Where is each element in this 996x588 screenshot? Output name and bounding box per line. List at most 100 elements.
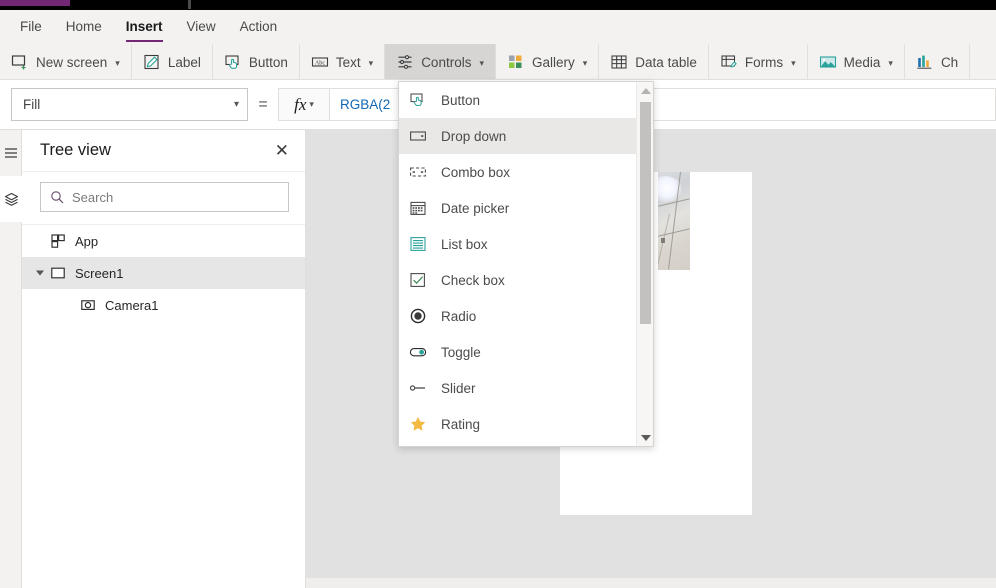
flyout-item-check-box[interactable]: Check box <box>399 262 637 298</box>
controls-flyout-list: Button Drop down Combo box Date picker L… <box>399 82 637 446</box>
svg-text:Abc: Abc <box>315 59 326 66</box>
tree-view-header: Tree view ✕ <box>22 130 305 172</box>
ribbon-controls[interactable]: Controls ▾ <box>385 44 496 79</box>
flyout-item-date-picker[interactable]: Date picker <box>399 190 637 226</box>
tree-node-app[interactable]: App <box>22 225 305 257</box>
menu-item-insert[interactable]: Insert <box>114 10 175 44</box>
ribbon-gallery-label: Gallery <box>532 54 575 70</box>
flyout-item-toggle[interactable]: Toggle <box>399 334 637 370</box>
tree-node-camera1[interactable]: Camera1 <box>22 289 305 321</box>
flyout-item-rating-label: Rating <box>441 416 481 432</box>
chevron-down-icon: ▾ <box>233 99 239 110</box>
text-cursor-artifact <box>188 0 191 9</box>
ribbon-data-table-label: Data table <box>635 54 697 70</box>
camera1-preview[interactable] <box>658 172 690 270</box>
insert-ribbon: New screen ▾ Label Button Abc Text ▾ Con… <box>0 44 996 80</box>
flyout-item-check-box-label: Check box <box>441 272 505 288</box>
slider-icon <box>409 385 425 391</box>
flyout-item-slider[interactable]: Slider <box>399 370 637 406</box>
rating-star-icon <box>410 416 426 431</box>
listbox-icon <box>410 237 426 251</box>
ribbon-text[interactable]: Abc Text ▾ <box>300 44 386 79</box>
charts-icon <box>917 55 932 69</box>
chevron-down-icon: ▾ <box>115 57 120 68</box>
left-rail <box>0 130 22 588</box>
ribbon-gallery[interactable]: Gallery ▾ <box>496 44 600 79</box>
gallery-icon <box>509 55 522 68</box>
scroll-down-button[interactable] <box>637 429 654 446</box>
flyout-item-toggle-label: Toggle <box>441 344 481 360</box>
tree-view-layers-icon <box>4 192 18 206</box>
controls-flyout-menu: Button Drop down Combo box Date picker L… <box>398 81 654 447</box>
ribbon-forms-label: Forms <box>744 54 784 70</box>
ribbon-controls-label: Controls <box>421 54 472 70</box>
flyout-item-button-label: Button <box>441 92 481 108</box>
screen-icon <box>51 267 65 279</box>
flyout-item-button[interactable]: Button <box>399 82 637 118</box>
tree-view-title: Tree view <box>40 141 111 159</box>
chevron-down-icon: ▾ <box>479 57 484 68</box>
menu-item-view[interactable]: View <box>175 10 228 44</box>
close-icon[interactable]: ✕ <box>275 142 289 159</box>
media-icon <box>819 56 836 68</box>
combobox-icon <box>410 167 426 177</box>
new-screen-icon <box>11 55 26 70</box>
button-icon <box>410 93 423 107</box>
text-icon: Abc <box>311 57 328 67</box>
data-table-icon <box>611 55 627 69</box>
flyout-item-combo-box[interactable]: Combo box <box>399 154 637 190</box>
ribbon-new-screen[interactable]: New screen ▾ <box>0 44 132 79</box>
scrollbar-thumb[interactable] <box>640 102 651 324</box>
flyout-item-list-box[interactable]: List box <box>399 226 637 262</box>
chevron-expanded-icon[interactable] <box>36 270 44 276</box>
property-selector-dropdown[interactable]: Fill ▾ <box>11 88 248 121</box>
scroll-up-button[interactable] <box>637 82 654 99</box>
ribbon-media[interactable]: Media ▾ <box>808 44 905 79</box>
ribbon-forms[interactable]: Forms ▾ <box>709 44 808 79</box>
flyout-item-slider-label: Slider <box>441 380 476 396</box>
triangle-down-icon <box>640 434 651 441</box>
menu-item-file[interactable]: File <box>8 10 54 44</box>
flyout-scrollbar[interactable] <box>636 82 653 446</box>
tree-node-screen1[interactable]: Screen1 <box>22 257 305 289</box>
brand-accent-bar <box>0 0 70 6</box>
chevron-down-icon: ▾ <box>309 99 314 109</box>
tree-node-app-label: App <box>75 233 99 249</box>
menu-item-home[interactable]: Home <box>54 10 114 44</box>
ribbon-media-label: Media <box>843 54 881 70</box>
ribbon-data-table[interactable]: Data table <box>599 44 709 79</box>
ribbon-text-label: Text <box>335 54 361 70</box>
camera-icon <box>81 300 95 310</box>
label-icon <box>144 54 159 70</box>
search-placeholder: Search <box>72 189 114 205</box>
search-input[interactable]: Search <box>40 182 289 212</box>
datepicker-icon <box>410 201 426 215</box>
tree-node-camera1-label: Camera1 <box>105 297 159 313</box>
triangle-up-icon <box>640 87 651 94</box>
app-icon <box>51 234 65 248</box>
menu-item-action[interactable]: Action <box>228 10 290 44</box>
main-menu-bar: File Home Insert View Action <box>0 10 996 44</box>
ribbon-button[interactable]: Button <box>213 44 300 79</box>
tree-view-rail-button[interactable] <box>0 176 22 222</box>
chevron-down-icon: ▾ <box>582 57 588 68</box>
flyout-item-rating[interactable]: Rating <box>399 406 637 442</box>
chevron-down-icon: ▾ <box>368 57 374 68</box>
toggle-icon <box>409 348 427 357</box>
forms-icon <box>721 55 737 68</box>
flyout-item-date-picker-label: Date picker <box>441 200 510 216</box>
ceiling-fixture <box>661 238 665 243</box>
flyout-item-drop-down[interactable]: Drop down <box>399 118 637 154</box>
ribbon-charts-label: Ch <box>940 54 959 70</box>
fx-label: fx <box>294 94 307 114</box>
ribbon-label[interactable]: Label <box>132 44 213 79</box>
chevron-down-icon: ▾ <box>791 57 796 68</box>
flyout-item-radio[interactable]: Radio <box>399 298 637 334</box>
window-title-bar <box>0 0 996 10</box>
ribbon-new-screen-label: New screen <box>36 54 108 70</box>
fx-function-button[interactable]: fx ▾ <box>278 88 330 121</box>
controls-icon <box>398 55 412 69</box>
hamburger-menu-button[interactable] <box>0 130 22 176</box>
ribbon-charts[interactable]: Ch <box>905 44 971 79</box>
checkbox-icon <box>410 273 425 287</box>
